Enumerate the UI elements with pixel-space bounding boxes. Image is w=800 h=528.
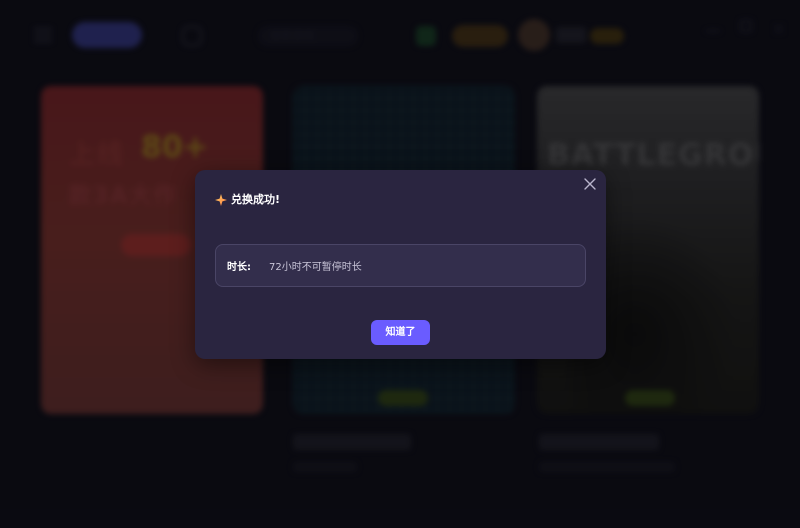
- close-icon[interactable]: [582, 176, 598, 192]
- dialog-title: 兑换成功!: [231, 193, 281, 206]
- confirm-button[interactable]: 知道了: [371, 320, 430, 345]
- duration-field: 时长: 72小时不可暂停时长: [215, 244, 586, 287]
- duration-value: 72小时不可暂停时长: [269, 262, 362, 273]
- redeem-success-dialog: 兑换成功! 时长: 72小时不可暂停时长 知道了: [195, 170, 606, 359]
- duration-label: 时长:: [227, 262, 251, 273]
- dialog-header: 兑换成功!: [215, 192, 280, 208]
- sparkle-icon: [215, 194, 227, 206]
